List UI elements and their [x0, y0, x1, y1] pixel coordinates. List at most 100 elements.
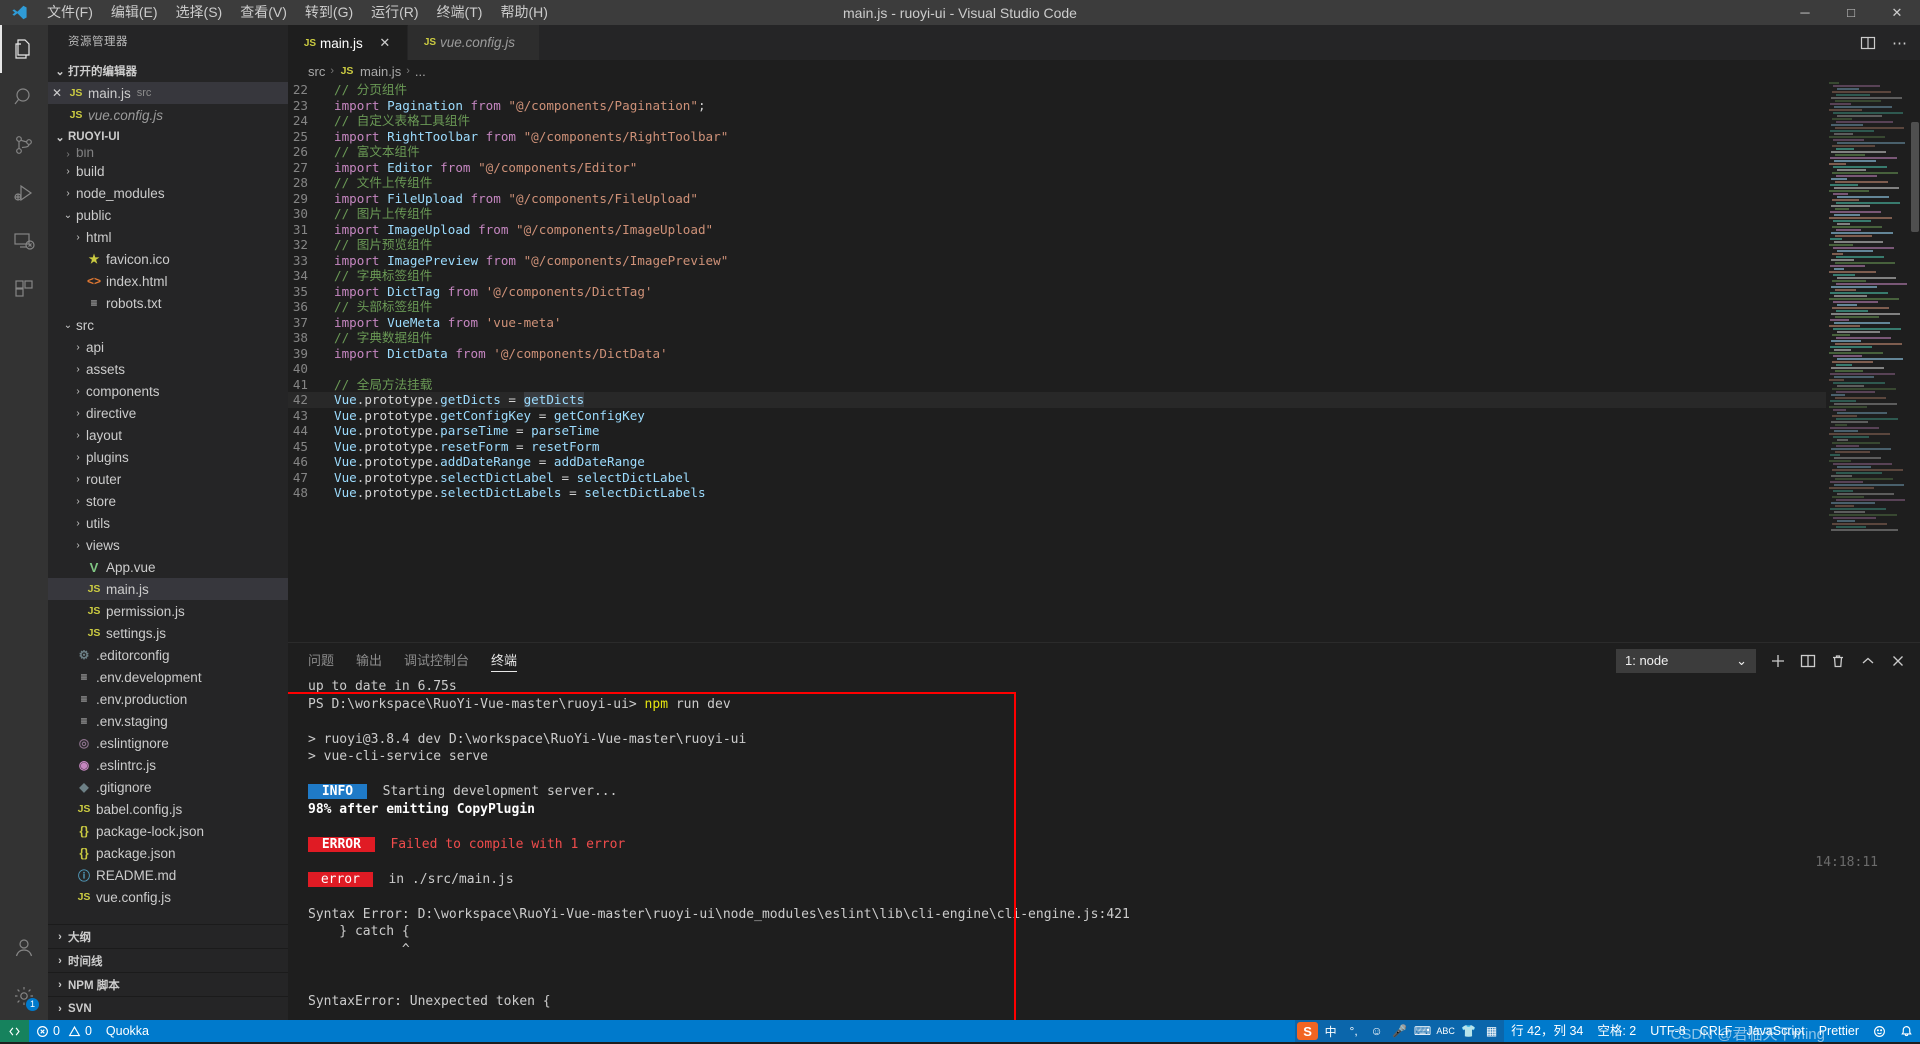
code-line[interactable]: 40 — [288, 361, 1826, 377]
more-actions-icon[interactable]: ⋯ — [1892, 34, 1908, 52]
menu-bar[interactable]: 文件(F) 编辑(E) 选择(S) 查看(V) 转到(G) 运行(R) 终端(T… — [38, 0, 557, 25]
tree-file-.gitignore[interactable]: ◆.gitignore — [48, 776, 288, 798]
code-line[interactable]: 45Vue.prototype.resetForm = resetForm — [288, 439, 1826, 455]
ime-tray[interactable]: S 中 °, ☺ 🎤 ⌨ ABC 👕 ▦ — [1295, 1020, 1504, 1042]
tree-folder-public[interactable]: ⌄public — [48, 204, 288, 226]
sogou-ime-icon[interactable]: S — [1297, 1020, 1318, 1042]
close-icon[interactable]: ✕ — [48, 86, 66, 100]
code-line[interactable]: 22// 分页组件 — [288, 82, 1826, 98]
section-timeline[interactable]: › 时间线 — [48, 948, 288, 972]
status-cursor-position[interactable]: 行 42，列 34 — [1504, 1020, 1590, 1042]
code-editor[interactable]: 22// 分页组件23import Pagination from "@/com… — [288, 82, 1920, 642]
activity-source-control[interactable] — [0, 121, 48, 169]
code-line[interactable]: 46Vue.prototype.addDateRange = addDateRa… — [288, 454, 1826, 470]
code-line[interactable]: 47Vue.prototype.selectDictLabel = select… — [288, 470, 1826, 486]
code-line[interactable]: 25import RightToolbar from "@/components… — [288, 129, 1826, 145]
tree-file-package.json[interactable]: {}package.json — [48, 842, 288, 864]
status-eol[interactable]: CRLF — [1693, 1020, 1740, 1042]
breadcrumb[interactable]: src › JS main.js › ... — [288, 60, 1920, 82]
chevron-up-icon[interactable] — [1860, 653, 1876, 669]
tree-file-babel.config.js[interactable]: JSbabel.config.js — [48, 798, 288, 820]
tree-file-favicon.ico[interactable]: ★favicon.ico — [48, 248, 288, 270]
code-lines[interactable]: 22// 分页组件23import Pagination from "@/com… — [288, 82, 1826, 642]
code-line[interactable]: 43Vue.prototype.getConfigKey = getConfig… — [288, 408, 1826, 424]
panel-tab-debug-console[interactable]: 调试控制台 — [404, 643, 469, 678]
status-language-mode[interactable]: JavaScript — [1739, 1020, 1811, 1042]
status-problems[interactable]: 0 0 — [29, 1020, 99, 1042]
skin-icon[interactable]: 👕 — [1458, 1020, 1479, 1042]
menu-run[interactable]: 运行(R) — [362, 0, 427, 25]
menu-view[interactable]: 查看(V) — [231, 0, 296, 25]
section-svn[interactable]: › SVN — [48, 996, 288, 1020]
remote-status-button[interactable] — [0, 1020, 29, 1042]
tree-file-.eslintrc.js[interactable]: ◉.eslintrc.js — [48, 754, 288, 776]
tree-folder-components[interactable]: ›components — [48, 380, 288, 402]
tree-folder-bin[interactable]: ›bin — [48, 148, 288, 160]
code-line[interactable]: 31import ImageUpload from "@/components/… — [288, 222, 1826, 238]
code-line[interactable]: 36// 头部标签组件 — [288, 299, 1826, 315]
split-editor-icon[interactable] — [1860, 35, 1876, 51]
status-quokka[interactable]: Quokka — [99, 1020, 156, 1042]
tree-file-robots.txt[interactable]: ≡robots.txt — [48, 292, 288, 314]
tree-folder-views[interactable]: ›views — [48, 534, 288, 556]
code-line[interactable]: 34// 字典标签组件 — [288, 268, 1826, 284]
activity-run-debug[interactable] — [0, 169, 48, 217]
open-editor-vue-config-js[interactable]: JS vue.config.js — [48, 104, 288, 126]
tree-file-README.md[interactable]: ⓘREADME.md — [48, 864, 288, 886]
tree-folder-assets[interactable]: ›assets — [48, 358, 288, 380]
tree-file-App.vue[interactable]: VApp.vue — [48, 556, 288, 578]
code-line[interactable]: 35import DictTag from '@/components/Dict… — [288, 284, 1826, 300]
code-line[interactable]: 30// 图片上传组件 — [288, 206, 1826, 222]
code-line[interactable]: 28// 文件上传组件 — [288, 175, 1826, 191]
menu-selection[interactable]: 选择(S) — [167, 0, 232, 25]
code-line[interactable]: 38// 字典数据组件 — [288, 330, 1826, 346]
tree-file-main.js[interactable]: JSmain.js — [48, 578, 288, 600]
tree-file-package-lock.json[interactable]: {}package-lock.json — [48, 820, 288, 842]
tree-folder-src[interactable]: ⌄src — [48, 314, 288, 336]
open-editor-main-js[interactable]: ✕ JS main.js src — [48, 82, 288, 104]
tree-folder-layout[interactable]: ›layout — [48, 424, 288, 446]
activity-remote[interactable] — [0, 217, 48, 265]
minimize-button[interactable]: ─ — [1782, 0, 1828, 25]
section-outline[interactable]: › 大纲 — [48, 924, 288, 948]
close-panel-icon[interactable] — [1890, 653, 1906, 669]
tree-file-vue.config.js[interactable]: JSvue.config.js — [48, 886, 288, 908]
abc-icon[interactable]: ABC — [1435, 1020, 1456, 1042]
tree-folder-api[interactable]: ›api — [48, 336, 288, 358]
code-line[interactable]: 32// 图片预览组件 — [288, 237, 1826, 253]
code-line[interactable]: 29import FileUpload from "@/components/F… — [288, 191, 1826, 207]
apps-icon[interactable]: ▦ — [1481, 1020, 1502, 1042]
ime-punctuation-toggle[interactable]: °, — [1343, 1020, 1364, 1042]
tree-folder-utils[interactable]: ›utils — [48, 512, 288, 534]
close-window-button[interactable]: ✕ — [1874, 0, 1920, 25]
tree-file-.env.staging[interactable]: ≡.env.staging — [48, 710, 288, 732]
tree-file-settings.js[interactable]: JSsettings.js — [48, 622, 288, 644]
menu-help[interactable]: 帮助(H) — [491, 0, 556, 25]
breadcrumb-file[interactable]: main.js — [360, 64, 401, 79]
tree-file-.eslintignore[interactable]: ◎.eslintignore — [48, 732, 288, 754]
new-terminal-icon[interactable] — [1770, 653, 1786, 669]
panel-tab-problems[interactable]: 问题 — [308, 643, 334, 678]
code-line[interactable]: 48Vue.prototype.selectDictLabels = selec… — [288, 485, 1826, 501]
breadcrumb-src[interactable]: src — [308, 64, 325, 79]
tree-folder-build[interactable]: ›build — [48, 160, 288, 182]
tree-file-.env.development[interactable]: ≡.env.development — [48, 666, 288, 688]
ime-language-toggle[interactable]: 中 — [1320, 1020, 1341, 1042]
minimap[interactable] — [1826, 82, 1910, 642]
activity-search[interactable] — [0, 73, 48, 121]
panel-tab-output[interactable]: 输出 — [356, 643, 382, 678]
tree-folder-directive[interactable]: ›directive — [48, 402, 288, 424]
tree-file-permission.js[interactable]: JSpermission.js — [48, 600, 288, 622]
tree-folder-html[interactable]: ›html — [48, 226, 288, 248]
activity-explorer[interactable] — [0, 25, 48, 73]
tab-main-js[interactable]: JS main.js ✕ — [288, 25, 408, 60]
code-line[interactable]: 44Vue.prototype.parseTime = parseTime — [288, 423, 1826, 439]
menu-file[interactable]: 文件(F) — [38, 0, 102, 25]
tree-folder-store[interactable]: ›store — [48, 490, 288, 512]
split-terminal-icon[interactable] — [1800, 653, 1816, 669]
code-line[interactable]: 27import Editor from "@/components/Edito… — [288, 160, 1826, 176]
file-tree[interactable]: ›bin›build›node_modules⌄public›html★favi… — [48, 148, 288, 924]
status-feedback[interactable] — [1866, 1020, 1893, 1042]
tab-vue-config-js[interactable]: JS vue.config.js — [408, 25, 540, 60]
code-line[interactable]: 41// 全局方法挂载 — [288, 377, 1826, 393]
